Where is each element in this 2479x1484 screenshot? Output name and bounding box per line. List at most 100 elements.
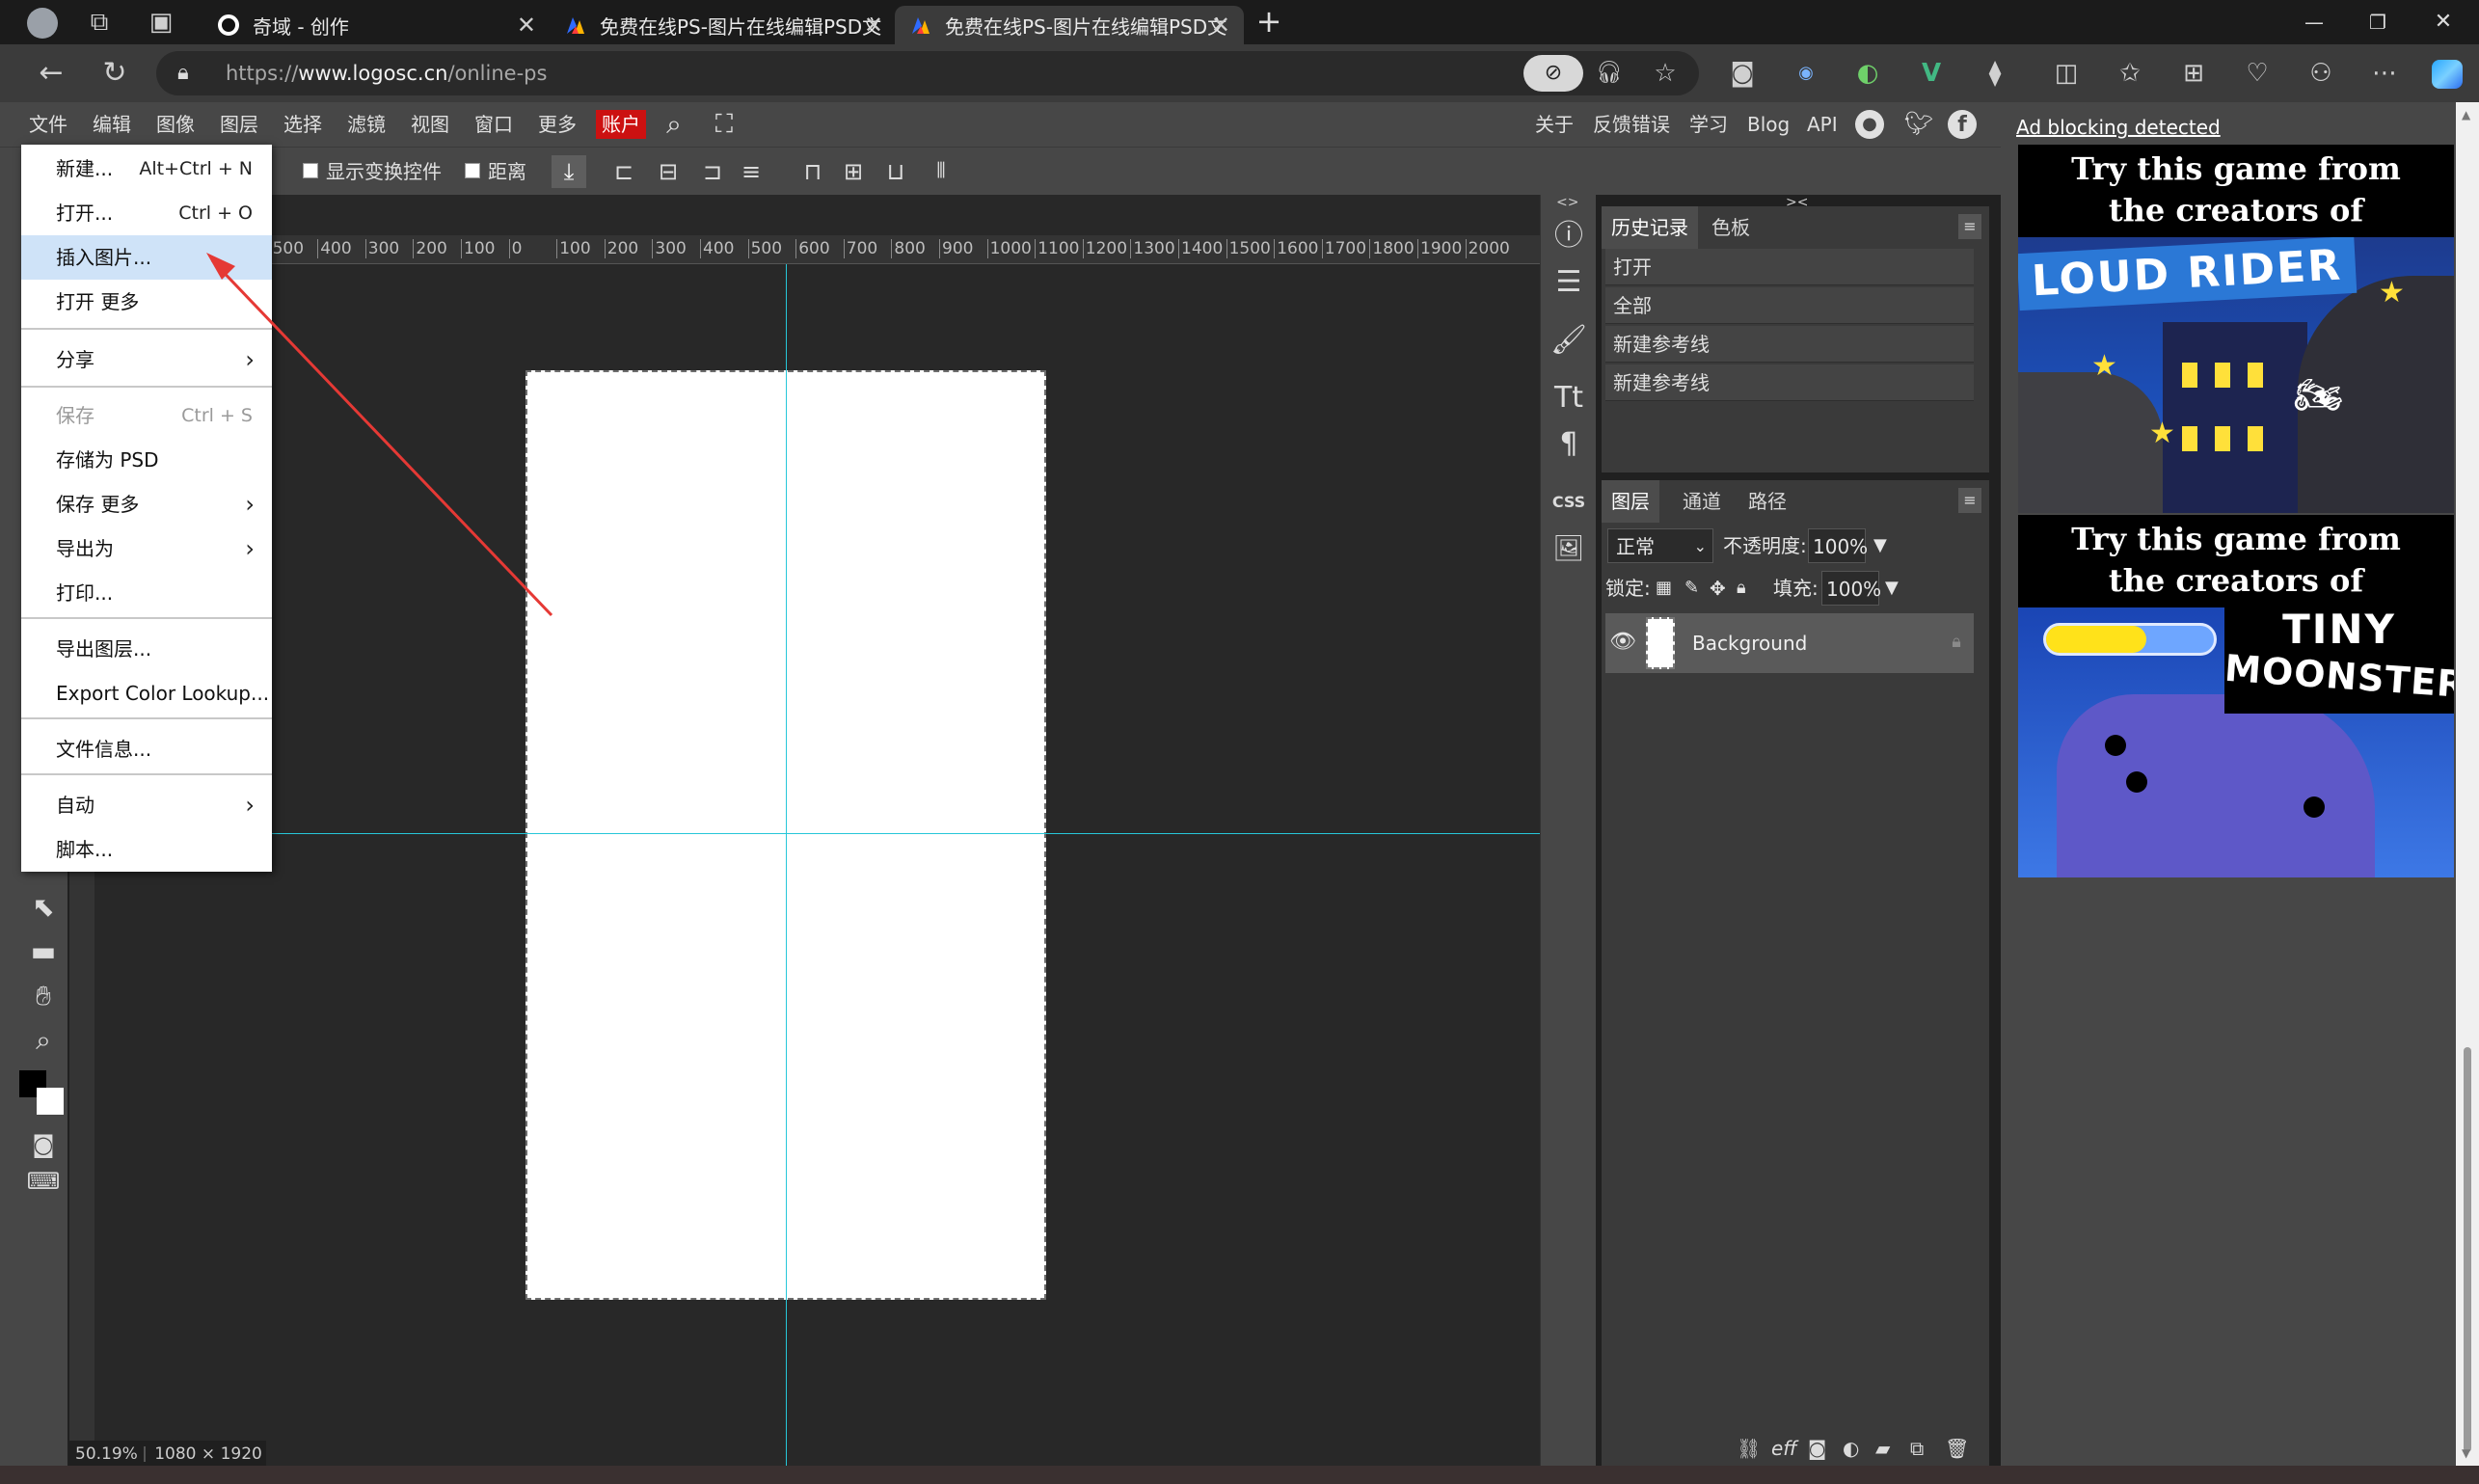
download-icon[interactable]: ⤓: [552, 155, 586, 188]
effects-icon[interactable]: eff: [1771, 1437, 1797, 1460]
horizontal-ruler[interactable]: 0 500 400 300 200 1000 100 200 300 400 500 600 700 80…: [214, 235, 1540, 264]
extension-edge-icon[interactable]: ◐: [1846, 51, 1890, 95]
lock-icon[interactable]: 🔒︎: [177, 61, 189, 85]
align-right-icon[interactable]: ⊐: [696, 155, 729, 188]
favorite-star-icon[interactable]: ☆: [1643, 51, 1687, 95]
distance-checkbox[interactable]: [465, 163, 480, 178]
opacity-input[interactable]: 100%: [1808, 528, 1868, 563]
tab-paths[interactable]: 路径: [1738, 480, 1796, 523]
menu-item-open-more[interactable]: 打开 更多: [21, 280, 272, 324]
tab-actions-icon[interactable]: ▣: [139, 0, 183, 44]
info-icon[interactable]: ⓘ: [1541, 212, 1597, 260]
link-icon[interactable]: ⛓︎: [1737, 1437, 1761, 1460]
copilot-icon[interactable]: [2432, 60, 2463, 89]
history-item[interactable]: 全部: [1605, 287, 1974, 324]
collapse-left-icon[interactable]: <>: [1556, 195, 1578, 210]
new-tab-button[interactable]: +: [1250, 2, 1288, 40]
menu-item-print[interactable]: 打印...: [21, 571, 272, 615]
align-center-h-icon[interactable]: ⊟: [652, 155, 685, 188]
menu-select[interactable]: 选择: [283, 102, 322, 147]
keyboard-icon[interactable]: ⌨: [10, 1159, 77, 1203]
menu-view[interactable]: 视图: [411, 102, 449, 147]
distribute-h-icon[interactable]: ⦀: [922, 155, 960, 188]
paragraph-icon[interactable]: ¶: [1541, 420, 1597, 469]
new-layer-icon[interactable]: ⧉: [1910, 1437, 1924, 1460]
browser-profile-icon[interactable]: [27, 8, 58, 39]
tab-swatches[interactable]: 色板: [1702, 206, 1760, 249]
tab-logosc-1[interactable]: 免费在线PS-图片在线编辑PSD文 ✕: [550, 6, 897, 44]
vertical-guide[interactable]: [786, 264, 787, 1466]
visibility-eye-icon[interactable]: 👁︎: [1609, 629, 1636, 656]
tab-history[interactable]: 历史记录: [1602, 206, 1698, 249]
mask-icon[interactable]: ◙: [1808, 1437, 1826, 1460]
history-item[interactable]: 新建参考线: [1605, 326, 1974, 363]
extension-vue-icon[interactable]: V: [1909, 51, 1954, 95]
menu-item-new[interactable]: 新建... Alt+Ctrl + N: [21, 147, 272, 191]
menu-item-insert-image[interactable]: 插入图片...: [21, 235, 272, 280]
css-icon[interactable]: CSS: [1541, 478, 1597, 526]
facebook-icon[interactable]: f: [1948, 110, 1977, 139]
fill-input[interactable]: 100%: [1821, 571, 1881, 606]
adjustment-icon[interactable]: ◐: [1843, 1437, 1859, 1460]
image-panel-icon[interactable]: 🖼︎: [1541, 525, 1597, 573]
ad-loud-rider[interactable]: Try this game from the creators of Photo…: [2018, 145, 2454, 513]
tab-logosc-2[interactable]: 免费在线PS-图片在线编辑PSD文 ✕: [895, 6, 1244, 44]
extension-mask-icon[interactable]: ◙: [1720, 51, 1765, 95]
menu-item-automate[interactable]: 自动 ›: [21, 783, 272, 827]
search-icon[interactable]: ⌕: [658, 108, 690, 141]
favorites-icon[interactable]: ✩: [2108, 51, 2152, 95]
extension-pcsyc-icon[interactable]: ◉: [1784, 51, 1828, 95]
lock-all-icon[interactable]: 🔒︎: [1737, 571, 1746, 606]
link-about[interactable]: 关于: [1535, 102, 1574, 147]
menu-file[interactable]: 文件: [29, 102, 67, 147]
layer-row-background[interactable]: 👁︎ Background 🔒︎: [1605, 613, 1974, 673]
back-icon[interactable]: ←: [29, 51, 73, 95]
distribute-v-icon[interactable]: ≡: [735, 155, 768, 188]
menu-item-scripts[interactable]: 脚本...: [21, 827, 272, 872]
browser-essentials-icon[interactable]: ♡: [2235, 51, 2279, 95]
ad-blocking-notice[interactable]: Ad blocking detected: [2016, 116, 2221, 139]
align-middle-icon[interactable]: ⊞: [837, 155, 870, 188]
performance-icon[interactable]: ⚇: [2299, 51, 2343, 95]
split-screen-icon[interactable]: ◫: [2044, 51, 2088, 95]
blend-mode-select[interactable]: 正常 ⌄: [1607, 528, 1713, 563]
menu-item-export-layers[interactable]: 导出图层...: [21, 627, 272, 671]
brush-settings-icon[interactable]: 🖌︎: [1541, 316, 1597, 364]
more-options-icon[interactable]: ⋯: [2362, 51, 2407, 95]
history-item[interactable]: 新建参考线: [1605, 364, 1974, 401]
menu-item-save-more[interactable]: 保存 更多 ›: [21, 482, 272, 526]
link-api[interactable]: API: [1807, 102, 1838, 147]
align-left-icon[interactable]: ⊏: [607, 155, 640, 188]
link-blog[interactable]: Blog: [1747, 102, 1790, 147]
trash-icon[interactable]: 🗑︎: [1945, 1437, 1969, 1460]
extensions-puzzle-icon[interactable]: ⧫: [1973, 51, 2017, 95]
adjustments-icon[interactable]: ☰: [1541, 258, 1597, 307]
tracking-prevention-icon[interactable]: ⊘: [1523, 55, 1583, 92]
menu-item-export-color-lookup[interactable]: Export Color Lookup...: [21, 671, 272, 715]
close-window-button[interactable]: ✕: [2424, 6, 2463, 39]
show-transform-checkbox[interactable]: [303, 163, 318, 178]
fullscreen-icon[interactable]: ⛶: [708, 108, 741, 141]
panel-menu-icon[interactable]: ≡: [1958, 214, 1981, 239]
menu-layer[interactable]: 图层: [220, 102, 258, 147]
url-field[interactable]: 🔒︎ https://www.logosc.cn/online-ps ⊘ 🎧︎ …: [156, 51, 1699, 95]
page-scrollbar[interactable]: ▲ ▼: [2456, 102, 2479, 1466]
link-learn[interactable]: 学习: [1689, 102, 1728, 147]
menu-edit[interactable]: 编辑: [93, 102, 131, 147]
read-aloud-icon[interactable]: 🎧︎: [1587, 51, 1631, 95]
lock-transparency-icon[interactable]: ▦: [1656, 571, 1672, 606]
menu-item-file-info[interactable]: 文件信息...: [21, 727, 272, 771]
collections-icon[interactable]: ⊞: [2171, 51, 2216, 95]
zoom-tool-icon[interactable]: ⌕: [10, 1018, 77, 1063]
opacity-dropdown-icon[interactable]: ▼: [1873, 528, 1887, 563]
scroll-thumb[interactable]: [2464, 1047, 2471, 1452]
ad-tiny-moonsters[interactable]: Try this game from the creators of Photo…: [2018, 515, 2454, 877]
menu-item-share[interactable]: 分享 ›: [21, 337, 272, 382]
menu-item-export-as[interactable]: 导出为 ›: [21, 526, 272, 571]
tab-qiyu[interactable]: 奇域 - 创作 ✕: [202, 6, 550, 44]
link-report-bug[interactable]: 反馈错误: [1593, 102, 1670, 147]
folder-icon[interactable]: ▰: [1875, 1437, 1890, 1460]
horizontal-guide[interactable]: [94, 833, 1540, 834]
history-item[interactable]: 打开: [1605, 249, 1974, 285]
close-tab-icon[interactable]: ✕: [864, 12, 883, 39]
